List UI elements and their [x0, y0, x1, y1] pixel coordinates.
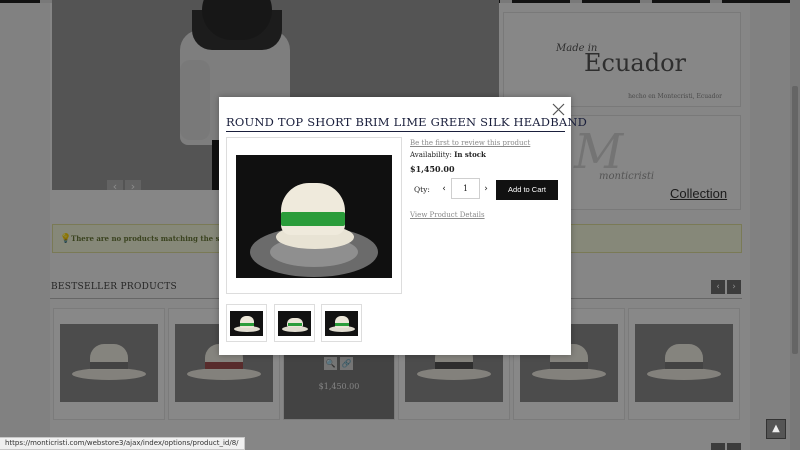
availability-label: Availability: [410, 151, 452, 159]
scroll-to-top-button[interactable]: ▲ [766, 419, 786, 439]
product-main-image[interactable] [226, 137, 402, 294]
availability: Availability: In stock [410, 150, 486, 159]
product-thumbnail[interactable] [274, 304, 315, 342]
product-title: ROUND TOP SHORT BRIM LIME GREEN SILK HEA… [226, 115, 588, 129]
view-product-details-link[interactable]: View Product Details [410, 211, 485, 219]
add-to-cart-button[interactable]: Add to Cart [496, 180, 558, 200]
qty-increment-button[interactable]: › [482, 182, 490, 196]
review-link[interactable]: Be the first to review this product [410, 139, 530, 147]
qty-input[interactable]: 1 [451, 178, 480, 199]
product-price: $1,450.00 [410, 164, 455, 174]
title-divider [226, 131, 565, 132]
quick-view-modal: ROUND TOP SHORT BRIM LIME GREEN SILK HEA… [219, 97, 587, 355]
qty-decrement-button[interactable]: ‹ [440, 182, 448, 196]
product-thumbnail[interactable] [321, 304, 362, 342]
availability-value: In stock [454, 150, 486, 159]
qty-label: Qty: [414, 185, 430, 194]
product-thumbnail[interactable] [226, 304, 267, 342]
browser-status-bar: https://monticristi.com/webstore3/ajax/i… [0, 437, 245, 450]
